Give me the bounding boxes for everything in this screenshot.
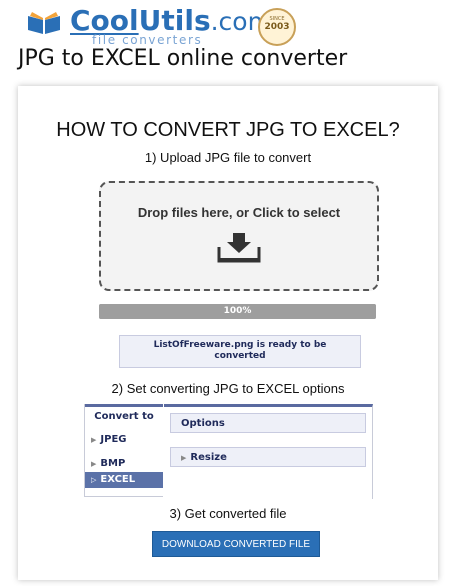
format-item-bmp[interactable]: ▶ BMP xyxy=(85,456,163,472)
options-header: Options xyxy=(170,413,366,433)
format-label: EXCEL xyxy=(100,474,136,485)
page-title: JPG to EXCEL online converter xyxy=(18,46,348,71)
chevron-right-icon: ▶ xyxy=(181,454,187,462)
download-converted-file-button[interactable]: DOWNLOAD CONVERTED FILE xyxy=(152,531,320,557)
progress-label: 100% xyxy=(223,306,252,316)
download-icon xyxy=(217,233,261,263)
format-label: BMP xyxy=(100,458,126,469)
chevron-right-icon: ▶ xyxy=(91,460,97,468)
converter-panel: HOW TO CONVERT JPG TO EXCEL? 1) Upload J… xyxy=(18,86,438,580)
format-label: JPEG xyxy=(100,434,127,445)
upload-progress-bar: 100% xyxy=(99,304,376,319)
how-to-title: HOW TO CONVERT JPG TO EXCEL? xyxy=(56,119,400,141)
step1-label: 1) Upload JPG file to convert xyxy=(144,150,312,165)
format-item-excel[interactable]: ▷ EXCEL xyxy=(85,472,163,488)
conversion-options: Convert to ▶ JPEG ▶ BMP ▷ EXCEL Options ▶ Re… xyxy=(84,404,373,499)
options-panel: Options ▶ Resize xyxy=(164,404,373,499)
format-item-jpeg[interactable]: ▶ JPEG xyxy=(85,432,163,448)
since-badge: SINCE 2003 xyxy=(258,8,296,46)
ready-message: ListOfFreeware.png is ready to be conver… xyxy=(153,340,327,361)
chevron-right-icon: ▷ xyxy=(91,476,97,484)
site-logo[interactable]: CoolUtils.com file converters SINCE 2003 xyxy=(26,4,346,47)
step2-label: 2) Set converting JPG to EXCEL options xyxy=(111,381,345,396)
file-dropzone[interactable]: Drop files here, or Click to select xyxy=(99,181,379,291)
option-resize[interactable]: ▶ Resize xyxy=(170,447,366,467)
logo-book-icon xyxy=(28,12,60,34)
chevron-right-icon: ▶ xyxy=(91,436,97,444)
convert-to-header: Convert to xyxy=(85,404,163,427)
step3-label: 3) Get converted file xyxy=(169,506,287,521)
convert-to-list: Convert to ▶ JPEG ▶ BMP ▷ EXCEL xyxy=(84,404,163,497)
since-year: 2003 xyxy=(264,22,290,32)
option-label: Resize xyxy=(190,452,227,463)
ready-message-box: ListOfFreeware.png is ready to be conver… xyxy=(119,335,361,368)
dropzone-label: Drop files here, or Click to select xyxy=(137,205,341,220)
logo-subtitle: file converters xyxy=(92,33,203,47)
